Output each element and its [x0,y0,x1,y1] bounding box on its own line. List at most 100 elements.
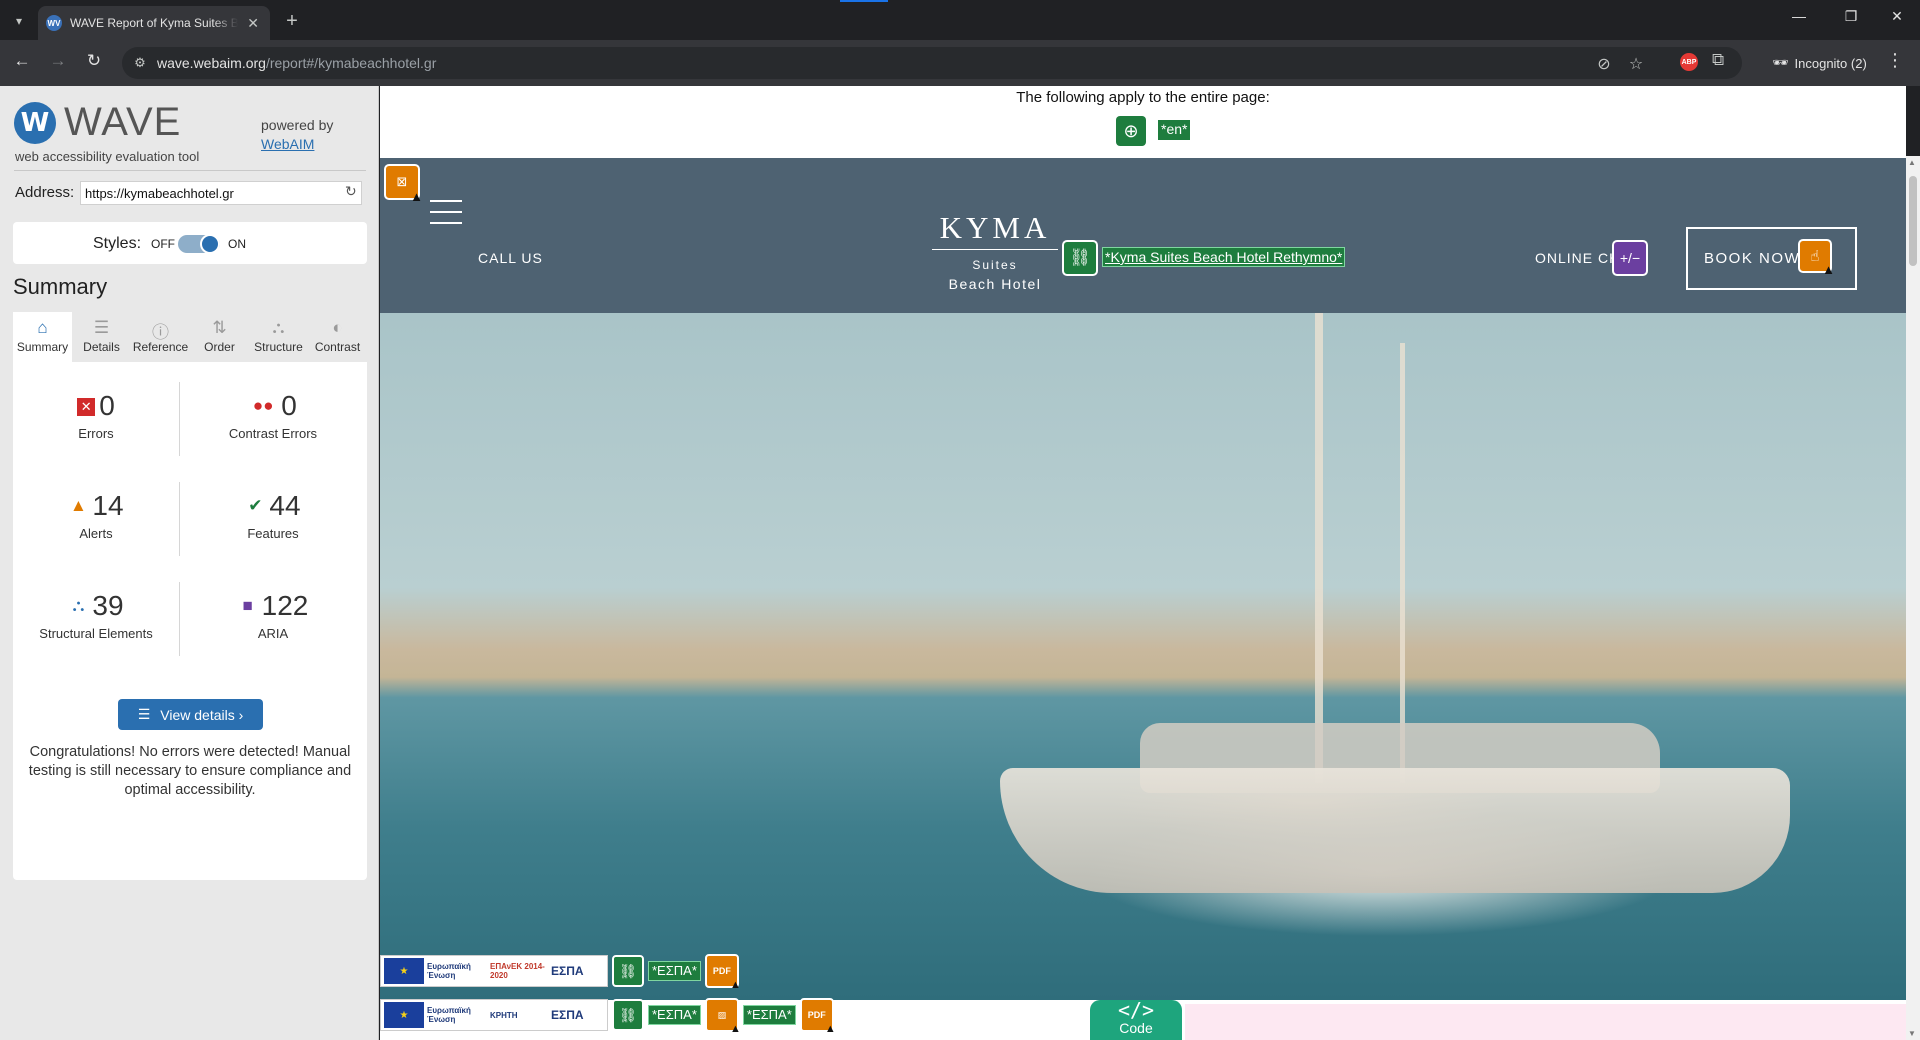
feature-check-icon: ✔ [248,496,263,515]
stat-structural: ⛬ 39 Structural Elements [16,590,176,641]
restore-icon[interactable]: ❐ [1828,8,1874,25]
tab-summary[interactable]: ⌂ Summary [13,312,72,362]
espa-logo: ΕΣΠΑ [551,1008,584,1022]
scrollbar-thumb[interactable] [1909,176,1917,266]
bookmark-star-icon[interactable]: ☆ [1626,54,1646,74]
call-us-link[interactable]: CALL US [478,250,543,266]
page-scrollbar[interactable]: ▲ ▼ [1906,156,1920,1040]
linked-image-icon[interactable]: ⛓ [612,955,644,987]
warning-triangle-icon: ▲ [410,189,423,204]
view-details-button[interactable]: ☰ View details › [118,699,263,730]
structure-icon: ⛬ [272,318,285,337]
divider [14,170,366,171]
tab-search-chevron-icon[interactable]: ▾ [6,8,32,34]
styles-toggle[interactable] [178,234,220,254]
url-path: /report#/kymabeachhotel.gr [265,55,437,71]
kyma-logo[interactable]: KYMA Suites Beach Hotel [932,210,1058,292]
wave-tabs: ⌂ Summary ☰ Details ⓘ Reference ⇅ Order ⛬ Str… [13,312,367,362]
book-now-label: BOOK NOW [1704,250,1801,267]
wave-favicon-icon: WV [46,15,62,31]
hero-video-image [380,313,1906,1000]
pdf-link-alert-icon[interactable]: PDF ▲ [704,954,741,991]
divider [179,482,180,556]
minimize-icon[interactable]: — [1776,8,1822,24]
reload-icon[interactable]: ↻ [82,51,106,71]
linked-image-icon[interactable]: ⛓ [612,999,644,1031]
linked-image-icon[interactable]: ⛓ [1062,240,1098,276]
tab-order[interactable]: ⇅ Order [190,312,249,362]
image-alert-icon[interactable]: ▨ ▲ [704,998,741,1035]
close-window-icon[interactable]: ✕ [1874,8,1920,25]
espa-banner-image: ★ Ευρωπαϊκή Ένωση ΕΠΑνΕΚ 2014-2020 ΕΣΠΑ [380,955,608,987]
logo-beach: Beach Hotel [948,276,1042,292]
address-bar[interactable]: ⚙ wave.webaim.org/report#/kymabeachhotel… [122,47,1742,79]
stat-label: Errors [78,426,114,441]
styles-label: Styles: [93,235,142,252]
site-info-icon[interactable]: ⚙ [132,55,148,71]
close-tab-icon[interactable]: ✕ [244,15,262,32]
incognito-button[interactable]: 🕶 Incognito (2) [1762,49,1877,77]
espa-alt-badge: *ΕΣΠΑ* [648,961,701,981]
espa-logo: ΕΣΠΑ [551,964,584,978]
aria-cube-icon: ■ [242,596,253,615]
tab-reference[interactable]: ⓘ Reference [131,312,190,362]
incognito-icon: 🕶 [1772,55,1789,70]
redundant-link-alert-icon[interactable]: ☝ ▲ [1798,239,1835,277]
tab-label: Structure [254,340,303,354]
adblock-plus-icon[interactable]: ABP [1680,53,1698,71]
wave-refresh-icon[interactable]: ↻ [345,183,357,200]
logo-main: KYMA [939,210,1051,245]
stat-label: ARIA [257,626,289,641]
apply-text: The following apply to the entire page: [1016,89,1270,106]
congrats-message: Congratulations! No errors were detected… [28,744,352,798]
page-preview: The following apply to the entire page: … [380,86,1906,1040]
order-icon: ⇅ [212,318,227,337]
aria-expanded-icon[interactable]: +/− [1612,240,1648,276]
eye-off-icon[interactable]: ⊘ [1594,54,1614,74]
espa-mid: ΕΠΑνΕΚ 2014-2020 [490,962,545,980]
styles-on-label: ON [228,237,246,251]
styles-panel: Styles: OFF ON [13,222,367,264]
warning-triangle-icon: ▲ [730,1023,741,1035]
browser-tab[interactable]: WV WAVE Report of Kyma Suites Be ✕ [38,6,270,40]
back-arrow-icon[interactable]: ← [10,51,34,71]
online-check-link[interactable]: ONLINE CH [1535,250,1620,266]
summary-title: Summary [13,274,108,299]
browser-menu-icon[interactable]: ⋮ [1886,50,1904,71]
hotel-link-badge[interactable]: *Kyma Suites Beach Hotel Rethymno* [1102,247,1346,267]
language-globe-icon[interactable]: ⊕ [1116,116,1146,146]
scroll-up-icon[interactable]: ▲ [1908,158,1916,167]
url-host: wave.webaim.org [157,55,266,71]
webaim-link[interactable]: WebAIM [261,135,333,154]
espa-banner-image: ★ Ευρωπαϊκή Ένωση ΚΡΗΤΗ ΕΣΠΑ [380,999,608,1031]
scroll-down-icon[interactable]: ▼ [1908,1029,1916,1038]
missing-alt-alert-icon[interactable]: ⊠ ▲ [384,164,423,204]
hamburger-menu-icon[interactable] [430,200,462,233]
tab-details[interactable]: ☰ Details [72,312,131,362]
tab-contrast[interactable]: ◐ Contrast [308,312,367,362]
stat-value: 0 [281,390,297,421]
stat-value: 14 [92,490,124,521]
toggle-knob [200,234,220,254]
wave-address-input[interactable] [80,181,362,205]
download-indicator [840,0,888,2]
pdf-link-alert-icon[interactable]: PDF ▲ [799,998,836,1035]
stat-features: ✔ 44 Features [193,490,353,541]
list-icon: ☰ [93,318,110,337]
stat-aria: ■ 122 ARIA [193,590,353,641]
code-toggle-button[interactable]: </> Code [1090,1000,1182,1040]
pdf-label: PDF [712,966,731,976]
espa-line1: Ευρωπαϊκή Ένωση [427,962,471,980]
forward-arrow-icon[interactable]: → [46,51,70,71]
stat-value: 0 [99,390,115,421]
browser-toolbar: ← → ↻ ⚙ wave.webaim.org/report#/kymabeac… [0,40,1920,86]
warning-triangle-icon: ▲ [730,979,741,991]
stat-value: 44 [269,490,301,521]
new-tab-plus-icon[interactable]: + [280,10,304,34]
extensions-puzzle-icon[interactable]: ⧉ [1712,50,1724,70]
espa-line1: Ευρωπαϊκή Ένωση [427,1006,471,1024]
styles-off-label: OFF [151,237,175,251]
warning-triangle-icon: ▲ [1822,262,1835,277]
tab-structure[interactable]: ⛬ Structure [249,312,308,362]
stat-errors: ✕ 0 Errors [16,390,176,441]
